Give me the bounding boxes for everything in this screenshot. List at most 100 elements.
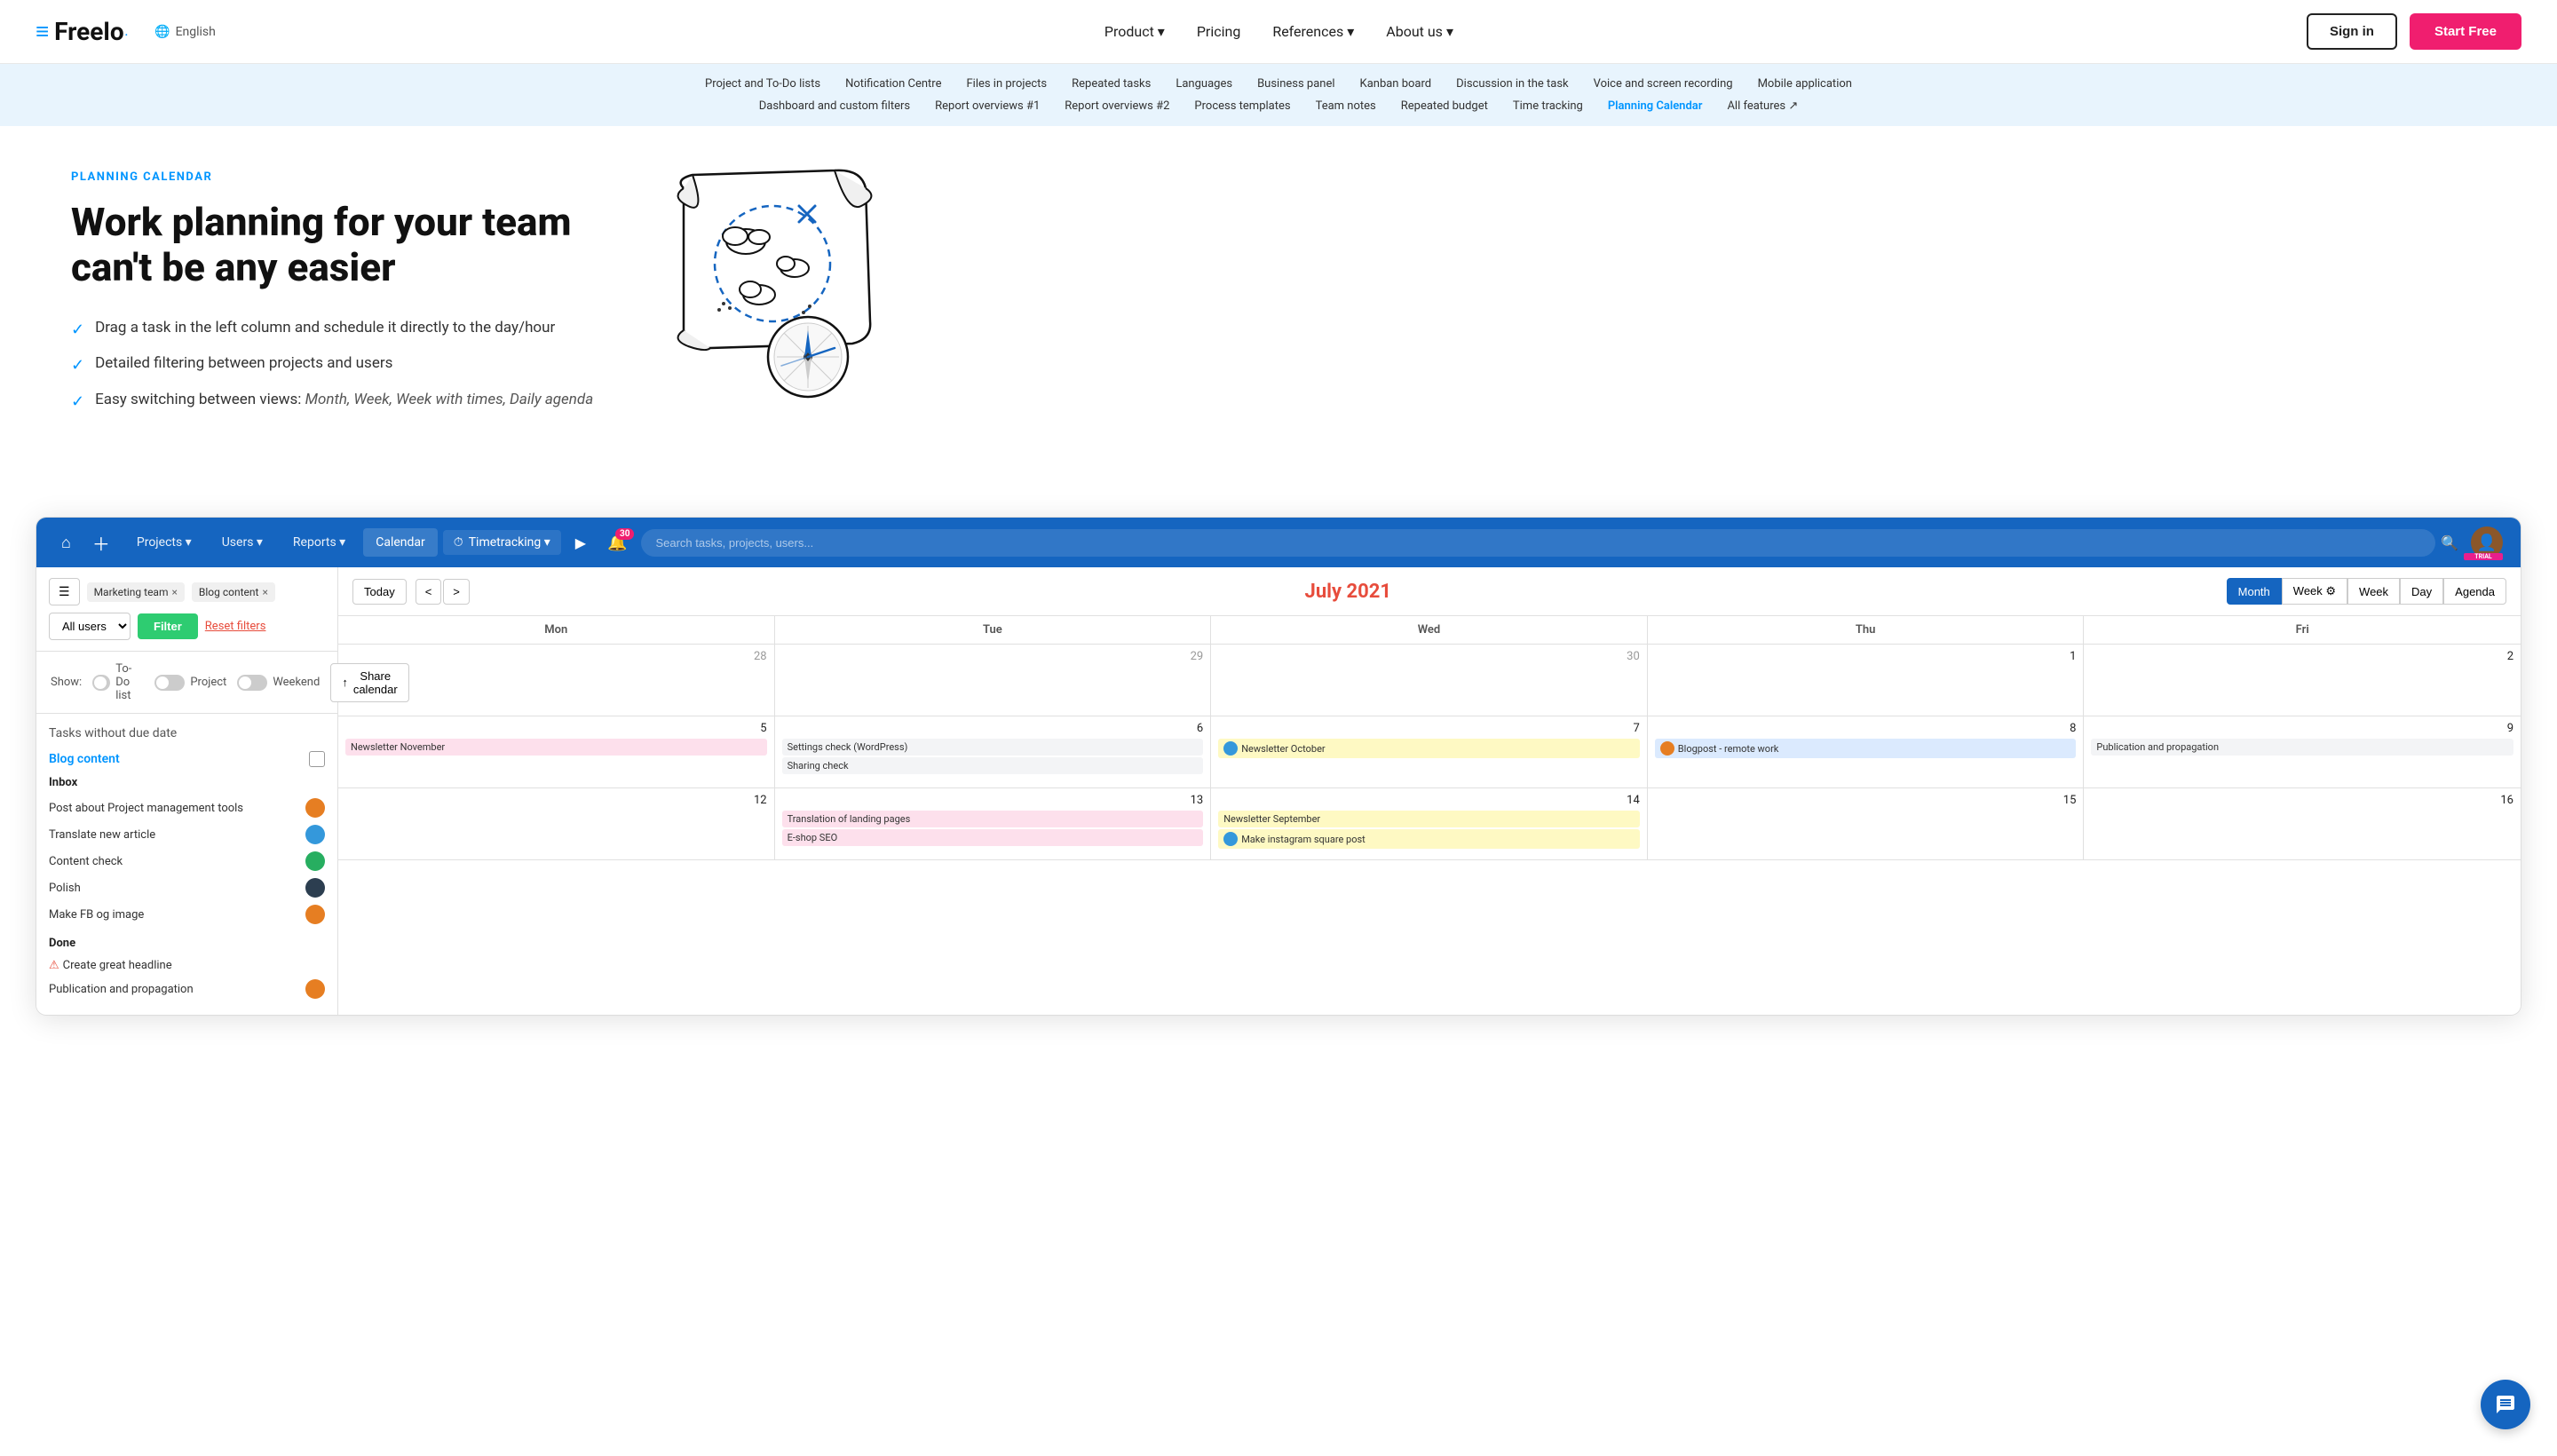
cal-cell-13[interactable]: 13 Translation of landing pages E-shop S… [775,788,1212,859]
weekend-toggle: Weekend [237,675,320,691]
event-translation[interactable]: Translation of landing pages [782,811,1204,827]
week-view-button[interactable]: Week [2347,578,2400,605]
menu-button[interactable]: ☰ [49,578,80,605]
cal-cell-5[interactable]: 5 Newsletter November [338,716,775,787]
task-item[interactable]: Content check [49,848,325,874]
search-input[interactable] [641,529,2435,557]
globe-icon: 🌐 [154,25,170,39]
cal-cell-7[interactable]: 7 Newsletter October [1211,716,1648,787]
week-gear-view-button[interactable]: Week ⚙ [2282,578,2347,605]
feature-all[interactable]: All features ↗ [1727,99,1798,113]
cal-cell-29[interactable]: 29 [775,645,1212,716]
nav-pricing[interactable]: Pricing [1184,16,1254,47]
cal-cell-16[interactable]: 16 [2084,788,2521,859]
nav-actions: Sign in Start Free [2307,13,2521,50]
feature-dashboard[interactable]: Dashboard and custom filters [759,99,910,113]
feature-timetracking[interactable]: Time tracking [1513,99,1583,113]
chat-bubble[interactable] [2481,1380,2530,1429]
feature-report2[interactable]: Report overviews #2 [1065,99,1169,113]
feature-planning-calendar[interactable]: Planning Calendar [1608,99,1703,113]
language-selector[interactable]: 🌐 English [154,25,216,39]
feature-notification[interactable]: Notification Centre [845,77,941,91]
day-view-button[interactable]: Day [2400,578,2443,605]
weekend-toggle-switch[interactable] [237,675,267,691]
todo-toggle-switch[interactable] [92,675,110,691]
cal-cell-30[interactable]: 30 [1211,645,1648,716]
filter-button[interactable]: Filter [138,613,198,639]
month-view-button[interactable]: Month [2227,578,2282,605]
event-newsletter-sept[interactable]: Newsletter September [1218,811,1640,827]
feature-project-todo[interactable]: Project and To-Do lists [705,77,820,91]
feature-repeated-tasks[interactable]: Repeated tasks [1072,77,1151,91]
calendar-day-headers: Mon Tue Wed Thu Fri [338,616,2521,645]
weekend-toggle-label: Weekend [273,676,320,689]
event-settings-check[interactable]: Settings check (WordPress) [782,739,1204,756]
day-header-wed: Wed [1211,616,1648,644]
agenda-view-button[interactable]: Agenda [2443,578,2506,605]
timetracking-button[interactable]: ⏱ Timetracking ▾ [443,530,561,555]
event-newsletter-october[interactable]: Newsletter October [1218,739,1640,758]
remove-blog-tag[interactable]: × [262,586,267,598]
nav-links: Product ▾ Pricing References ▾ About us … [251,16,2307,47]
cal-cell-15[interactable]: 15 [1648,788,2085,859]
event-sharing-check[interactable]: Sharing check [782,757,1204,774]
event-eshop[interactable]: E-shop SEO [782,829,1204,846]
today-button[interactable]: Today [352,579,407,605]
play-button[interactable]: ▶ [566,529,595,557]
nav-projects[interactable]: Projects ▾ [124,528,204,557]
event-instagram[interactable]: Make instagram square post [1218,829,1640,849]
logo[interactable]: ≡ Freelo . [36,17,128,46]
nav-users[interactable]: Users ▾ [210,528,275,557]
feature-languages[interactable]: Languages [1176,77,1232,91]
calendar-main: Today < > July 2021 Month Week ⚙ Week Da… [338,567,2521,1015]
event-newsletter-november[interactable]: Newsletter November [345,739,767,756]
signin-button[interactable]: Sign in [2307,13,2397,50]
hero-feature-1: ✓ Drag a task in the left column and sch… [71,318,621,341]
prev-month-button[interactable]: < [416,579,442,605]
event-publication[interactable]: Publication and propagation [2091,739,2513,756]
nav-references[interactable]: References ▾ [1260,16,1366,47]
project-toggle-switch[interactable] [154,675,185,691]
task-item[interactable]: Make FB og image [49,901,325,928]
cal-cell-12[interactable]: 12 [338,788,775,859]
cal-cell-2[interactable]: 2 [2084,645,2521,716]
next-month-button[interactable]: > [443,579,470,605]
feature-discussion[interactable]: Discussion in the task [1456,77,1569,91]
cal-cell-9[interactable]: 9 Publication and propagation [2084,716,2521,787]
task-item[interactable]: Publication and propagation [49,976,325,1002]
feature-mobile[interactable]: Mobile application [1758,77,1852,91]
project-toggle: Project [154,675,226,691]
event-blogpost[interactable]: Blogpost - remote work [1655,739,2077,758]
reset-filters-link[interactable]: Reset filters [205,620,266,633]
cal-cell-28[interactable]: 28 [338,645,775,716]
task-item[interactable]: ⚠Create great headline [49,955,325,976]
feature-files[interactable]: Files in projects [966,77,1047,91]
feature-voice[interactable]: Voice and screen recording [1594,77,1733,91]
task-item[interactable]: Polish [49,874,325,901]
cal-cell-14[interactable]: 14 Newsletter September Make instagram s… [1211,788,1648,859]
nav-product[interactable]: Product ▾ [1092,16,1177,47]
cal-cell-1[interactable]: 1 [1648,645,2085,716]
notification-badge[interactable]: 🔔 30 [607,534,627,552]
cal-cell-6[interactable]: 6 Settings check (WordPress) Sharing che… [775,716,1212,787]
remove-marketing-tag[interactable]: × [172,586,178,598]
nav-about[interactable]: About us ▾ [1373,16,1466,47]
feature-report1[interactable]: Report overviews #1 [935,99,1040,113]
task-item[interactable]: Translate new article [49,821,325,848]
feature-notes[interactable]: Team notes [1316,99,1376,113]
cal-cell-8[interactable]: 8 Blogpost - remote work [1648,716,2085,787]
calendar-week-2: 5 Newsletter November 6 Settings check (… [338,716,2521,788]
users-dropdown[interactable]: All users [49,613,131,640]
add-button[interactable]: ＋ [83,525,119,561]
feature-business[interactable]: Business panel [1257,77,1334,91]
feature-budget[interactable]: Repeated budget [1401,99,1488,113]
start-free-button[interactable]: Start Free [2410,13,2521,50]
home-icon[interactable]: ⌂ [54,526,78,559]
nav-calendar[interactable]: Calendar [363,528,438,557]
nav-reports[interactable]: Reports ▾ [281,528,358,557]
feature-process[interactable]: Process templates [1194,99,1290,113]
task-item[interactable]: Post about Project management tools [49,795,325,821]
feature-kanban[interactable]: Kanban board [1360,77,1432,91]
collapse-icon[interactable] [309,751,325,767]
chat-icon [2495,1394,2516,1415]
